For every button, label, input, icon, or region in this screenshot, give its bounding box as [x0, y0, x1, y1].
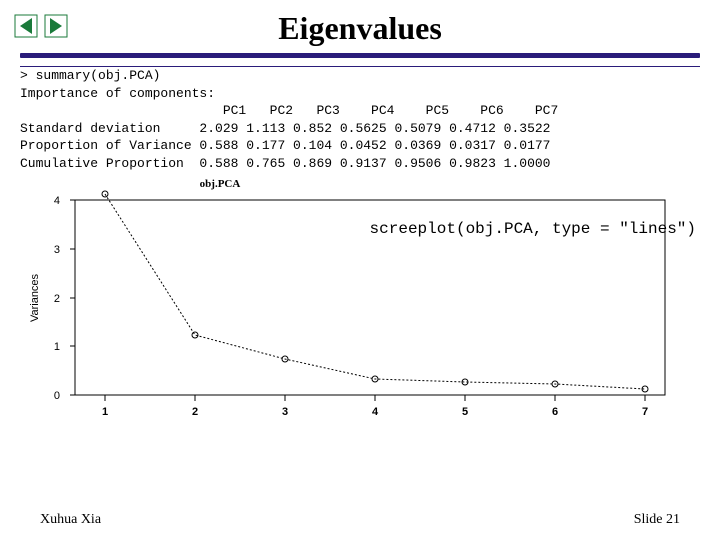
x-tick-7: 7	[642, 406, 648, 418]
footer-slide-number: Slide 21	[634, 512, 680, 528]
slide-title: Eigenvalues	[20, 10, 700, 47]
chart-title: obj.PCA	[60, 178, 380, 190]
x-tick-5: 5	[462, 406, 468, 418]
y-tick-2: 2	[54, 293, 60, 305]
next-slide-button[interactable]	[44, 14, 68, 38]
footer-author: Xuhua Xia	[40, 512, 101, 528]
code-overlay: screeplot(obj.PCA, type = "lines")	[370, 220, 696, 238]
x-tick-1: 1	[102, 406, 108, 418]
x-tick-3: 3	[282, 406, 288, 418]
console-row: Standard deviation 2.029 1.113 0.852 0.5…	[20, 121, 551, 136]
scree-point-2	[192, 332, 198, 338]
y-tick-0: 0	[54, 390, 60, 402]
console-header: PC1 PC2 PC3 PC4 PC5 PC6 PC7	[20, 103, 558, 118]
x-tick-2: 2	[192, 406, 198, 418]
scree-plot: obj.PCA 0 1 2 3 4 Variances	[20, 178, 700, 445]
console-row: Proportion of Variance 0.588 0.177 0.104…	[20, 138, 551, 153]
console-row: Cumulative Proportion 0.588 0.765 0.869 …	[20, 156, 551, 171]
prev-slide-button[interactable]	[14, 14, 38, 38]
console-output: > summary(obj.PCA) Importance of compone…	[20, 67, 700, 172]
y-axis-label: Variances	[29, 274, 41, 323]
y-tick-4: 4	[54, 195, 60, 207]
next-arrow-icon	[44, 14, 68, 38]
prev-arrow-icon	[14, 14, 38, 38]
title-divider	[20, 53, 700, 58]
y-tick-3: 3	[54, 244, 60, 256]
console-line: Importance of components:	[20, 86, 215, 101]
y-tick-1: 1	[54, 341, 60, 353]
console-line: > summary(obj.PCA)	[20, 68, 160, 83]
x-tick-6: 6	[552, 406, 558, 418]
x-tick-4: 4	[372, 406, 379, 418]
